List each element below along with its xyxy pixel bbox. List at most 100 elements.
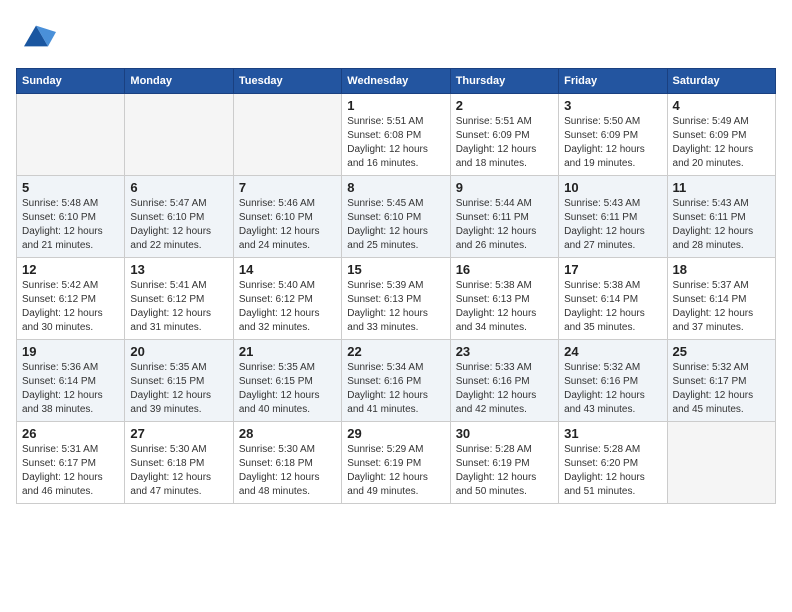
day-info: Sunrise: 5:31 AMSunset: 6:17 PMDaylight:… xyxy=(22,443,119,499)
calendar-cell xyxy=(17,94,125,176)
calendar-cell: 16 Sunrise: 5:38 AMSunset: 6:13 PMDayligh… xyxy=(450,258,558,340)
calendar-week-3: 12 Sunrise: 5:42 AMSunset: 6:12 PMDayligh… xyxy=(17,258,776,340)
day-info: Sunrise: 5:45 AMSunset: 6:10 PMDaylight:… xyxy=(347,197,444,253)
day-number: 28 xyxy=(239,426,336,441)
calendar-cell: 8 Sunrise: 5:45 AMSunset: 6:10 PMDaylight… xyxy=(342,176,450,258)
calendar-cell xyxy=(667,422,775,504)
calendar-table: SundayMondayTuesdayWednesdayThursdayFrid… xyxy=(16,68,776,504)
calendar-cell: 29 Sunrise: 5:29 AMSunset: 6:19 PMDayligh… xyxy=(342,422,450,504)
day-number: 6 xyxy=(130,180,227,195)
day-info: Sunrise: 5:33 AMSunset: 6:16 PMDaylight:… xyxy=(456,361,553,417)
day-info: Sunrise: 5:35 AMSunset: 6:15 PMDaylight:… xyxy=(239,361,336,417)
calendar-cell xyxy=(233,94,341,176)
day-number: 9 xyxy=(456,180,553,195)
day-number: 11 xyxy=(673,180,770,195)
calendar-week-1: 1Sunrise: 5:51 AMSunset: 6:08 PMDaylight… xyxy=(17,94,776,176)
calendar-cell: 11 Sunrise: 5:43 AMSunset: 6:11 PMDayligh… xyxy=(667,176,775,258)
day-info: Sunrise: 5:51 AMSunset: 6:08 PMDaylight:… xyxy=(347,115,444,171)
day-info: Sunrise: 5:28 AMSunset: 6:20 PMDaylight:… xyxy=(564,443,661,499)
calendar-cell: 6Sunrise: 5:47 AMSunset: 6:10 PMDaylight… xyxy=(125,176,233,258)
calendar-cell: 13 Sunrise: 5:41 AMSunset: 6:12 PMDayligh… xyxy=(125,258,233,340)
day-info: Sunrise: 5:43 AMSunset: 6:11 PMDaylight:… xyxy=(673,197,770,253)
day-header-saturday: Saturday xyxy=(667,69,775,94)
day-number: 16 xyxy=(456,262,553,277)
day-number: 15 xyxy=(347,262,444,277)
calendar-cell: 20 Sunrise: 5:35 AMSunset: 6:15 PMDayligh… xyxy=(125,340,233,422)
day-number: 3 xyxy=(564,98,661,113)
calendar-week-5: 26 Sunrise: 5:31 AMSunset: 6:17 PMDayligh… xyxy=(17,422,776,504)
calendar-cell xyxy=(125,94,233,176)
page-header xyxy=(16,16,776,56)
day-number: 26 xyxy=(22,426,119,441)
day-info: Sunrise: 5:39 AMSunset: 6:13 PMDaylight:… xyxy=(347,279,444,335)
day-number: 18 xyxy=(673,262,770,277)
logo xyxy=(16,16,60,56)
day-number: 7 xyxy=(239,180,336,195)
day-number: 29 xyxy=(347,426,444,441)
calendar-cell: 2 Sunrise: 5:51 AMSunset: 6:09 PMDaylight… xyxy=(450,94,558,176)
day-number: 4 xyxy=(673,98,770,113)
calendar-week-2: 5 Sunrise: 5:48 AMSunset: 6:10 PMDaylight… xyxy=(17,176,776,258)
calendar-cell: 17 Sunrise: 5:38 AMSunset: 6:14 PMDayligh… xyxy=(559,258,667,340)
calendar-cell: 5 Sunrise: 5:48 AMSunset: 6:10 PMDaylight… xyxy=(17,176,125,258)
calendar-cell: 1Sunrise: 5:51 AMSunset: 6:08 PMDaylight… xyxy=(342,94,450,176)
calendar-cell: 26 Sunrise: 5:31 AMSunset: 6:17 PMDayligh… xyxy=(17,422,125,504)
calendar-cell: 3Sunrise: 5:50 AMSunset: 6:09 PMDaylight… xyxy=(559,94,667,176)
calendar-cell: 19Sunrise: 5:36 AMSunset: 6:14 PMDayligh… xyxy=(17,340,125,422)
calendar-cell: 23Sunrise: 5:33 AMSunset: 6:16 PMDayligh… xyxy=(450,340,558,422)
calendar-cell: 25 Sunrise: 5:32 AMSunset: 6:17 PMDayligh… xyxy=(667,340,775,422)
day-number: 22 xyxy=(347,344,444,359)
day-number: 14 xyxy=(239,262,336,277)
calendar-cell: 31 Sunrise: 5:28 AMSunset: 6:20 PMDayligh… xyxy=(559,422,667,504)
day-number: 17 xyxy=(564,262,661,277)
day-number: 8 xyxy=(347,180,444,195)
day-info: Sunrise: 5:38 AMSunset: 6:14 PMDaylight:… xyxy=(564,279,661,335)
day-info: Sunrise: 5:30 AMSunset: 6:18 PMDaylight:… xyxy=(130,443,227,499)
calendar-header-row: SundayMondayTuesdayWednesdayThursdayFrid… xyxy=(17,69,776,94)
day-number: 19 xyxy=(22,344,119,359)
day-number: 30 xyxy=(456,426,553,441)
day-info: Sunrise: 5:38 AMSunset: 6:13 PMDaylight:… xyxy=(456,279,553,335)
day-info: Sunrise: 5:37 AMSunset: 6:14 PMDaylight:… xyxy=(673,279,770,335)
day-number: 10 xyxy=(564,180,661,195)
day-number: 13 xyxy=(130,262,227,277)
day-number: 31 xyxy=(564,426,661,441)
day-info: Sunrise: 5:41 AMSunset: 6:12 PMDaylight:… xyxy=(130,279,227,335)
calendar-cell: 4 Sunrise: 5:49 AMSunset: 6:09 PMDaylight… xyxy=(667,94,775,176)
day-header-sunday: Sunday xyxy=(17,69,125,94)
calendar-cell: 7 Sunrise: 5:46 AMSunset: 6:10 PMDaylight… xyxy=(233,176,341,258)
day-info: Sunrise: 5:29 AMSunset: 6:19 PMDaylight:… xyxy=(347,443,444,499)
day-number: 24 xyxy=(564,344,661,359)
calendar-cell: 10 Sunrise: 5:43 AMSunset: 6:11 PMDayligh… xyxy=(559,176,667,258)
day-info: Sunrise: 5:30 AMSunset: 6:18 PMDaylight:… xyxy=(239,443,336,499)
day-info: Sunrise: 5:42 AMSunset: 6:12 PMDaylight:… xyxy=(22,279,119,335)
day-number: 21 xyxy=(239,344,336,359)
calendar-cell: 27 Sunrise: 5:30 AMSunset: 6:18 PMDayligh… xyxy=(125,422,233,504)
calendar-cell: 12 Sunrise: 5:42 AMSunset: 6:12 PMDayligh… xyxy=(17,258,125,340)
day-info: Sunrise: 5:34 AMSunset: 6:16 PMDaylight:… xyxy=(347,361,444,417)
day-info: Sunrise: 5:35 AMSunset: 6:15 PMDaylight:… xyxy=(130,361,227,417)
day-info: Sunrise: 5:48 AMSunset: 6:10 PMDaylight:… xyxy=(22,197,119,253)
calendar-week-4: 19Sunrise: 5:36 AMSunset: 6:14 PMDayligh… xyxy=(17,340,776,422)
calendar-cell: 28 Sunrise: 5:30 AMSunset: 6:18 PMDayligh… xyxy=(233,422,341,504)
day-info: Sunrise: 5:28 AMSunset: 6:19 PMDaylight:… xyxy=(456,443,553,499)
day-header-wednesday: Wednesday xyxy=(342,69,450,94)
calendar-cell: 14 Sunrise: 5:40 AMSunset: 6:12 PMDayligh… xyxy=(233,258,341,340)
day-info: Sunrise: 5:40 AMSunset: 6:12 PMDaylight:… xyxy=(239,279,336,335)
calendar-cell: 18 Sunrise: 5:37 AMSunset: 6:14 PMDayligh… xyxy=(667,258,775,340)
day-info: Sunrise: 5:46 AMSunset: 6:10 PMDaylight:… xyxy=(239,197,336,253)
day-number: 25 xyxy=(673,344,770,359)
day-header-friday: Friday xyxy=(559,69,667,94)
day-info: Sunrise: 5:43 AMSunset: 6:11 PMDaylight:… xyxy=(564,197,661,253)
day-number: 12 xyxy=(22,262,119,277)
day-number: 27 xyxy=(130,426,227,441)
day-number: 20 xyxy=(130,344,227,359)
day-info: Sunrise: 5:44 AMSunset: 6:11 PMDaylight:… xyxy=(456,197,553,253)
day-number: 2 xyxy=(456,98,553,113)
day-number: 5 xyxy=(22,180,119,195)
day-info: Sunrise: 5:51 AMSunset: 6:09 PMDaylight:… xyxy=(456,115,553,171)
day-info: Sunrise: 5:32 AMSunset: 6:17 PMDaylight:… xyxy=(673,361,770,417)
day-info: Sunrise: 5:49 AMSunset: 6:09 PMDaylight:… xyxy=(673,115,770,171)
calendar-cell: 30 Sunrise: 5:28 AMSunset: 6:19 PMDayligh… xyxy=(450,422,558,504)
day-header-thursday: Thursday xyxy=(450,69,558,94)
